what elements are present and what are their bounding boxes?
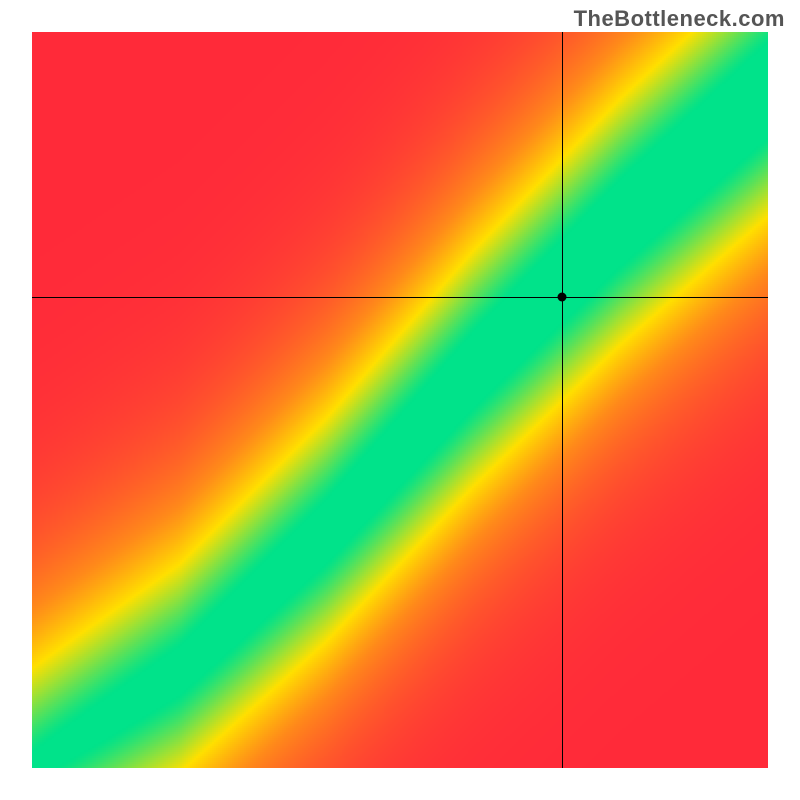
crosshair-vertical	[562, 32, 563, 768]
heatmap-canvas	[32, 32, 768, 768]
watermark-text: TheBottleneck.com	[574, 6, 785, 32]
selection-marker[interactable]	[557, 292, 566, 301]
crosshair-horizontal	[32, 297, 768, 298]
heatmap-plot	[32, 32, 768, 768]
